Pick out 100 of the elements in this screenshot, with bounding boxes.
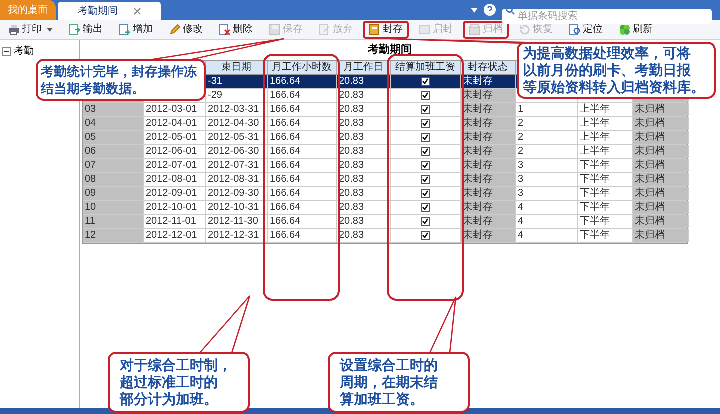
checkbox[interactable] bbox=[421, 203, 430, 212]
table-cell: 2012-11-01 bbox=[144, 215, 206, 228]
checkbox[interactable] bbox=[421, 231, 430, 240]
refresh-icon bbox=[619, 24, 631, 36]
table-cell: 未封存 bbox=[461, 75, 516, 88]
search-field[interactable]: 单据条码搜索 bbox=[502, 8, 712, 24]
table-cell: 2012-04-01 bbox=[144, 117, 206, 130]
table-cell: 2012-03-01 bbox=[144, 103, 206, 116]
table-cell: 未封存 bbox=[461, 173, 516, 186]
table-cell: 20.83 bbox=[337, 131, 391, 144]
table-cell: 166.64 bbox=[268, 145, 337, 158]
toolbar-button[interactable]: 输出 bbox=[63, 20, 109, 38]
checkbox[interactable] bbox=[421, 161, 430, 170]
table-cell: 未封存 bbox=[461, 131, 516, 144]
callout: 考勤统计完毕，封存操作冻 结当期考勤数据。 bbox=[36, 59, 206, 101]
page-title: 考勤期间 bbox=[368, 43, 412, 58]
checkbox[interactable] bbox=[421, 119, 430, 128]
tab[interactable]: 考勤期间 bbox=[58, 2, 161, 20]
table-cell: 20.83 bbox=[337, 229, 391, 242]
table-cell: 未封存 bbox=[461, 215, 516, 228]
table-cell: 2012-05-31 bbox=[206, 131, 268, 144]
table-cell: 07 bbox=[83, 159, 144, 172]
dropdown-caret-icon[interactable] bbox=[471, 8, 478, 12]
checkbox[interactable] bbox=[421, 133, 430, 142]
table-cell: 166.64 bbox=[268, 103, 337, 116]
table-cell: 3 bbox=[516, 159, 578, 172]
table-cell: 2012-07-31 bbox=[206, 159, 268, 172]
toolbar-button[interactable]: 打印 bbox=[2, 20, 59, 38]
tree-item[interactable]: 考勤 bbox=[14, 44, 34, 59]
table-cell: 未归档 bbox=[633, 215, 689, 228]
table-cell: 20.83 bbox=[337, 117, 391, 130]
table-cell: 未归档 bbox=[633, 145, 689, 158]
table-cell: 166.64 bbox=[268, 89, 337, 102]
table-cell: 10 bbox=[83, 201, 144, 214]
table-cell: 2012-03-31 bbox=[206, 103, 268, 116]
table-cell: 09 bbox=[83, 187, 144, 200]
table-cell: 08 bbox=[83, 173, 144, 186]
table-cell: 04 bbox=[83, 117, 144, 130]
table-cell: 3 bbox=[516, 187, 578, 200]
toolbar-button[interactable]: 刷新 bbox=[613, 20, 659, 38]
document-icon bbox=[419, 24, 431, 36]
table-cell: 2012-12-01 bbox=[144, 229, 206, 242]
table-cell: 20.83 bbox=[337, 103, 391, 116]
table-cell: 4 bbox=[516, 229, 578, 242]
save-icon bbox=[269, 24, 281, 36]
table-cell: 166.64 bbox=[268, 229, 337, 242]
add-document-icon bbox=[119, 24, 131, 36]
table-cell: 20.83 bbox=[337, 187, 391, 200]
checkbox[interactable] bbox=[421, 217, 430, 226]
collapse-icon[interactable] bbox=[2, 47, 11, 56]
toolbar-button[interactable]: 修改 bbox=[163, 20, 209, 38]
document-icon bbox=[319, 24, 331, 36]
toolbar-button[interactable]: 增加 bbox=[113, 20, 159, 38]
table-cell: 20.83 bbox=[337, 201, 391, 214]
table-cell: 11 bbox=[83, 215, 144, 228]
table-cell: 2012-08-31 bbox=[206, 173, 268, 186]
caret-icon bbox=[47, 28, 53, 32]
checkbox[interactable] bbox=[421, 105, 430, 114]
toolbar-button[interactable]: 封存 bbox=[363, 20, 409, 38]
column-header[interactable]: 月工作小时数 bbox=[268, 61, 337, 74]
leader-line bbox=[200, 295, 251, 354]
table-cell: 2012-05-01 bbox=[144, 131, 206, 144]
column-header[interactable]: 月工作日 bbox=[337, 61, 391, 74]
checkbox[interactable] bbox=[421, 189, 430, 198]
table-cell: 2012-09-30 bbox=[206, 187, 268, 200]
table-cell: 未归档 bbox=[633, 159, 689, 172]
checkbox[interactable] bbox=[421, 147, 430, 156]
column-header[interactable]: 封存状态 bbox=[461, 61, 516, 74]
callout: 设置综合工时的 周期，在期末结 算加班工资。 bbox=[328, 352, 470, 413]
table-cell: 2012-10-01 bbox=[144, 201, 206, 214]
toolbar-button[interactable]: 删除 bbox=[213, 20, 259, 38]
table-cell: 未封存 bbox=[461, 89, 516, 102]
table-cell: 166.64 bbox=[268, 159, 337, 172]
help-icon[interactable] bbox=[484, 4, 496, 16]
delete-icon bbox=[219, 24, 231, 36]
table-cell: 2012-06-01 bbox=[144, 145, 206, 158]
table-cell: 未封存 bbox=[461, 159, 516, 172]
table-cell: 4 bbox=[516, 215, 578, 228]
table-cell: 2012-07-01 bbox=[144, 159, 206, 172]
table-cell: 20.83 bbox=[337, 145, 391, 158]
table-cell: 未封存 bbox=[461, 229, 516, 242]
column-header[interactable]: 结算加班工资 bbox=[391, 61, 461, 74]
checkbox[interactable] bbox=[421, 91, 430, 100]
table-cell: 20.83 bbox=[337, 173, 391, 186]
table-cell: 166.64 bbox=[268, 131, 337, 144]
table-cell: 未归档 bbox=[633, 201, 689, 214]
table-cell: 2 bbox=[516, 145, 578, 158]
table-cell: 2012-10-31 bbox=[206, 201, 268, 214]
table-cell: 4 bbox=[516, 201, 578, 214]
table-cell: 未封存 bbox=[461, 145, 516, 158]
table-cell: 2012-11-30 bbox=[206, 215, 268, 228]
table-cell: 未归档 bbox=[633, 103, 689, 116]
checkbox[interactable] bbox=[421, 175, 430, 184]
toolbar-button[interactable]: 定位 bbox=[563, 20, 609, 38]
table-cell: 未归档 bbox=[633, 117, 689, 130]
printer-icon bbox=[8, 24, 20, 36]
table-cell: 20.83 bbox=[337, 159, 391, 172]
close-icon[interactable] bbox=[134, 8, 141, 14]
checkbox[interactable] bbox=[421, 77, 430, 86]
table-cell: 12 bbox=[83, 229, 144, 242]
